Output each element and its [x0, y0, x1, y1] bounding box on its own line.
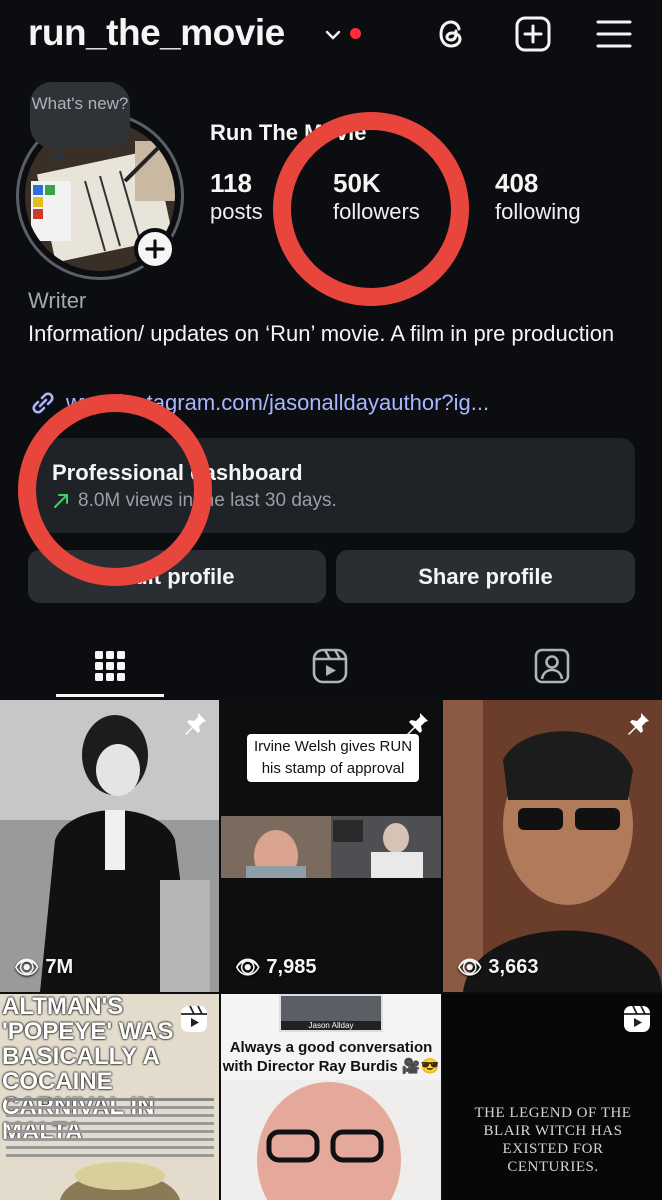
- reel-icon: [624, 1005, 650, 1032]
- post-text: THE LEGEND OF THE BLAIR WITCH HAS EXISTE…: [474, 1105, 632, 1175]
- stat-following-count: 408: [495, 168, 539, 198]
- reels-icon: [312, 648, 348, 684]
- post-thumbnail: [60, 1162, 180, 1200]
- eye-icon: 👁: [235, 957, 261, 979]
- notification-dot: [350, 28, 361, 39]
- eye-icon: 👁: [457, 957, 483, 979]
- stat-following-label: following: [495, 199, 581, 224]
- active-tab-indicator: [56, 694, 164, 697]
- post-thumbnail: [443, 700, 662, 992]
- tab-grid[interactable]: [56, 638, 164, 694]
- stat-posts[interactable]: 118 posts: [210, 168, 263, 225]
- pin-icon: [407, 713, 428, 735]
- username-title[interactable]: run_the_movie: [28, 12, 285, 54]
- new-post-icon[interactable]: [513, 14, 553, 54]
- share-profile-button[interactable]: Share profile: [336, 550, 635, 603]
- profile-category: Writer: [28, 288, 87, 313]
- pin-icon: [185, 713, 206, 735]
- link-icon: [32, 392, 54, 414]
- tab-reels[interactable]: [276, 638, 384, 694]
- post-caption: Irvine Welsh gives RUN his stamp of appr…: [247, 734, 419, 782]
- views-value: 7,985: [266, 956, 317, 978]
- stat-posts-count: 118: [210, 168, 252, 198]
- grid-icon: [95, 651, 125, 681]
- grid-post-4[interactable]: ALTMAN'S 'POPEYE' WAS BASICALLY A COCAIN…: [0, 994, 219, 1200]
- menu-icon[interactable]: [594, 14, 634, 54]
- note-bubble-tail: [52, 150, 64, 162]
- video-call-name: Jason Allday: [281, 1021, 381, 1030]
- stat-posts-label: posts: [210, 199, 263, 224]
- add-story-button[interactable]: [134, 228, 176, 270]
- video-call-tile: Jason Allday: [279, 994, 383, 1032]
- post-thumbnail: [221, 1080, 441, 1200]
- profile-bio: Information/ updates on ‘Run’ movie. A f…: [28, 321, 615, 346]
- grid-post-3[interactable]: 👁 3,663: [443, 700, 662, 992]
- stat-following[interactable]: 408 following: [495, 168, 581, 225]
- tagged-icon: [534, 648, 570, 684]
- post-thumbnail: [0, 700, 219, 992]
- views-count: 👁 7,985: [235, 955, 316, 980]
- grid-post-1[interactable]: 👁 7M: [0, 700, 219, 992]
- views-value: 7M: [45, 956, 74, 978]
- views-value: 3,663: [488, 956, 539, 978]
- note-bubble[interactable]: What's new?: [30, 82, 130, 148]
- annotation-circle-dashboard: [18, 394, 212, 586]
- grid-post-2[interactable]: Irvine Welsh gives RUN his stamp of appr…: [221, 700, 441, 992]
- grid-post-5[interactable]: Jason Allday Always a good conversation …: [221, 994, 441, 1200]
- reel-icon: [181, 1005, 207, 1032]
- views-count: 👁 7M: [14, 955, 73, 980]
- chevron-down-icon[interactable]: [322, 24, 344, 46]
- pin-icon: [628, 713, 649, 735]
- threads-icon[interactable]: [432, 14, 472, 54]
- eye-icon: 👁: [14, 957, 40, 979]
- annotation-circle-followers: [273, 112, 469, 306]
- grid-post-6[interactable]: THE LEGEND OF THE BLAIR WITCH HAS EXISTE…: [443, 994, 662, 1200]
- tab-tagged[interactable]: [498, 638, 606, 694]
- post-thumbnail: [221, 816, 441, 878]
- article-text-lines: [6, 1098, 214, 1101]
- post-caption: Always a good conversation with Director…: [222, 1039, 440, 1075]
- views-count: 👁 3,663: [457, 955, 538, 980]
